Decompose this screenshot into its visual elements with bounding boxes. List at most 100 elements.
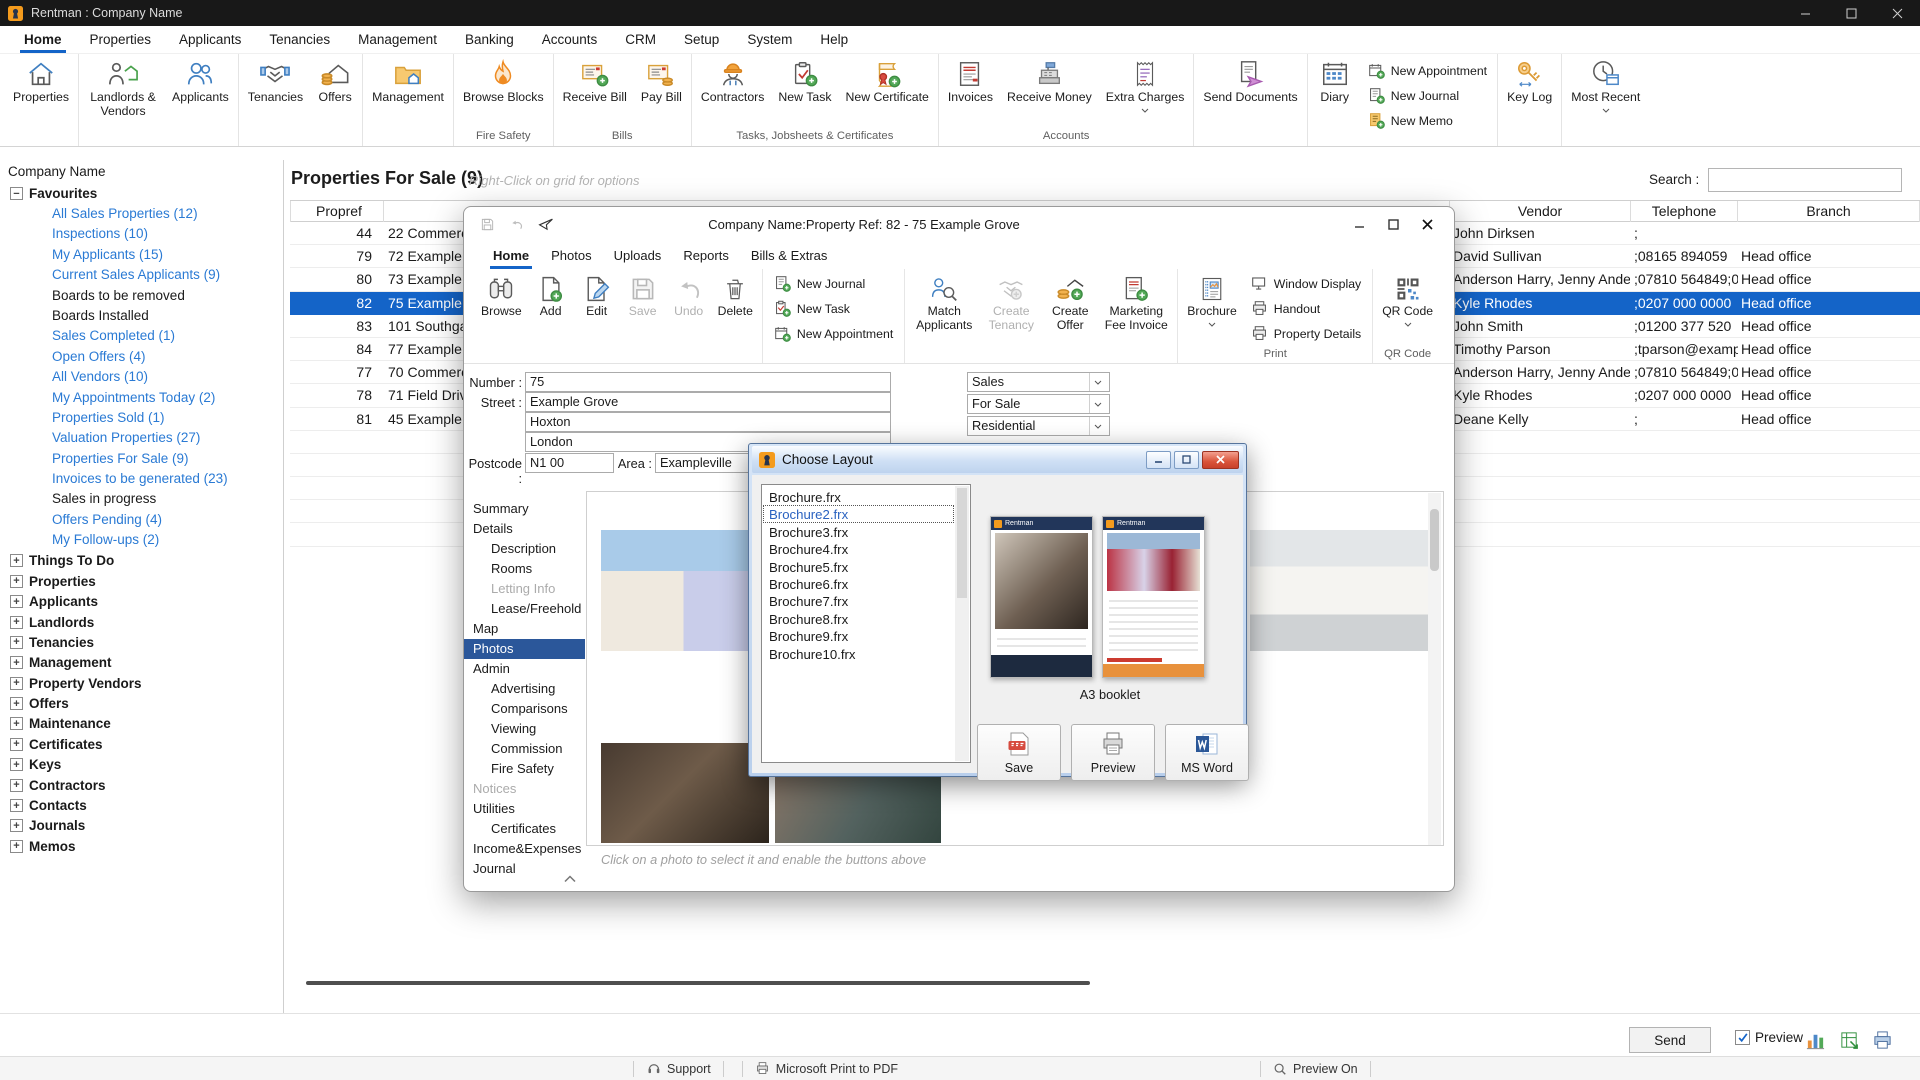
applicants-button[interactable]: Applicants [165,54,236,129]
tab-management[interactable]: Management [344,26,451,53]
layout-file-item[interactable]: Brochure10.frx [763,645,954,662]
sidebar-item[interactable]: Offers Pending (4) [0,510,283,530]
pd-nav-item[interactable]: Lease/Freehold [464,599,585,619]
expand-icon[interactable] [10,616,23,629]
contractors-button[interactable]: Contractors [694,54,772,129]
expand-icon[interactable] [10,595,23,608]
cd-save-button[interactable]: Save [977,724,1061,781]
choose-layout-titlebar[interactable]: Choose Layout [752,446,1243,473]
pd-nav-item[interactable]: Commission [464,739,585,759]
expand-icon[interactable] [10,738,23,751]
photo-kitchen[interactable] [1250,530,1428,651]
postcode-field[interactable]: N1 00 [525,453,614,473]
layout-file-item[interactable]: Brochure6.frx [763,575,954,592]
save-button[interactable]: Save [620,269,666,347]
sidebar-item[interactable]: My Appointments Today (2) [0,388,283,408]
brochure-preview-2[interactable]: Rentman [1102,516,1205,678]
cd-close-icon[interactable] [1202,451,1239,469]
tenancies-button[interactable]: Tenancies [241,54,310,129]
preview-checkbox[interactable]: Preview [1735,1030,1803,1045]
layout-file-item[interactable]: Brochure2.frx [763,505,954,522]
invoices-button[interactable]: Invoices [941,54,1000,129]
sidebar-item[interactable]: Boards to be removed [0,286,283,306]
create-offer-button[interactable]: Create Offer [1042,269,1098,347]
tab-properties[interactable]: Properties [76,26,166,53]
pd-new-task-button[interactable]: New Task [766,296,901,321]
landlords-vendors-button[interactable]: Landlords & Vendors [81,54,165,129]
sidebar-item[interactable]: My Applicants (15) [0,245,283,265]
pd-nav-item[interactable]: Summary [464,499,585,519]
expand-icon[interactable] [10,819,23,832]
expand-icon[interactable] [10,779,23,792]
column-vendor[interactable]: Vendor [1450,201,1631,223]
sidebar-node[interactable]: Properties [0,571,283,591]
cd-minimize-icon[interactable] [1146,451,1171,469]
pd-nav-item[interactable]: Advertising [464,679,585,699]
scrollbar-thumb[interactable] [1430,509,1439,571]
extra-charges-button[interactable]: Extra Charges [1099,54,1192,129]
sidebar-item[interactable]: Properties Sold (1) [0,408,283,428]
brochure-preview-1[interactable]: Rentman [990,516,1093,678]
undo-button[interactable]: Undo [666,269,712,347]
column-branch[interactable]: Branch [1738,201,1920,223]
sidebar-item[interactable]: Valuation Properties (27) [0,428,283,448]
browse-button[interactable]: Browse [475,269,528,347]
delete-button[interactable]: Delete [712,269,759,347]
cd-maximize-icon[interactable] [1174,451,1199,469]
pd-nav-item[interactable]: Fire Safety [464,759,585,779]
sidebar-node[interactable]: Journals [0,816,283,836]
send-button[interactable]: Send [1629,1027,1711,1053]
photo-dark-lounge[interactable] [601,743,769,843]
key-log-button[interactable]: Key Log [1500,54,1559,129]
expand-icon[interactable] [10,575,23,588]
sidebar-node[interactable]: Certificates [0,734,283,754]
sidebar-item[interactable]: Open Offers (4) [0,347,283,367]
pd-nav-item[interactable]: Description [464,539,585,559]
expand-icon[interactable] [10,799,23,812]
pd-nav-item[interactable]: Viewing [464,719,585,739]
layout-file-item[interactable]: Brochure9.frx [763,627,954,644]
brochure-button[interactable]: Brochure [1181,269,1242,347]
sales-dropdown[interactable]: Sales [967,372,1110,392]
browse-blocks-button[interactable]: Browse Blocks [456,54,551,129]
layout-file-item[interactable]: Brochure8.frx [763,610,954,627]
sidebar-item[interactable]: My Follow-ups (2) [0,530,283,550]
pd-nav-item[interactable]: Certificates [464,819,585,839]
tab-system[interactable]: System [733,26,806,53]
receive-bill-button[interactable]: Receive Bill [556,54,634,129]
chart-icon[interactable] [1802,1027,1828,1053]
residential-dropdown[interactable]: Residential [967,416,1110,436]
pd-nav-item[interactable]: Details [464,519,585,539]
close-icon[interactable] [1874,0,1920,26]
pd-nav-item[interactable]: Admin [464,659,585,679]
pd-nav-item[interactable]: Photos [464,639,585,659]
sidebar-item[interactable]: Sales Completed (1) [0,326,283,346]
new-journal-button[interactable]: New Journal [1360,83,1495,108]
send-plane-icon[interactable] [538,216,554,232]
sidebar-node[interactable]: Management [0,653,283,673]
pd-tab-photos[interactable]: Photos [540,241,602,269]
pd-nav-item[interactable]: Notices [464,779,585,799]
pd-tab-reports[interactable]: Reports [672,241,740,269]
nav-scroll-up-icon[interactable] [564,875,576,883]
scrollbar-thumb[interactable] [957,488,967,598]
send-documents-button[interactable]: Send Documents [1196,54,1304,129]
preview-on-status[interactable]: Preview On [1261,1062,1370,1076]
sidebar-node[interactable]: Memos [0,836,283,856]
pd-tab-home[interactable]: Home [482,241,540,269]
tab-crm[interactable]: CRM [611,26,670,53]
layout-file-item[interactable]: Brochure7.frx [763,592,954,609]
sidebar-node[interactable]: Tenancies [0,632,283,652]
tab-home[interactable]: Home [10,26,76,53]
offers-button[interactable]: Offers [310,54,360,129]
sidebar-item[interactable]: Sales in progress [0,489,283,509]
sidebar-node[interactable]: Landlords [0,612,283,632]
save-icon[interactable] [480,217,495,232]
export-icon[interactable] [1836,1027,1862,1053]
sidebar-node[interactable]: Keys [0,755,283,775]
pd-new-appointment-button[interactable]: New Appointment [766,321,901,346]
tab-accounts[interactable]: Accounts [528,26,612,53]
dialog-maximize-icon[interactable] [1376,207,1410,241]
layout-file-list[interactable]: Brochure.frx Brochure2.frx Brochure3.frx… [761,484,971,763]
tab-applicants[interactable]: Applicants [165,26,255,53]
